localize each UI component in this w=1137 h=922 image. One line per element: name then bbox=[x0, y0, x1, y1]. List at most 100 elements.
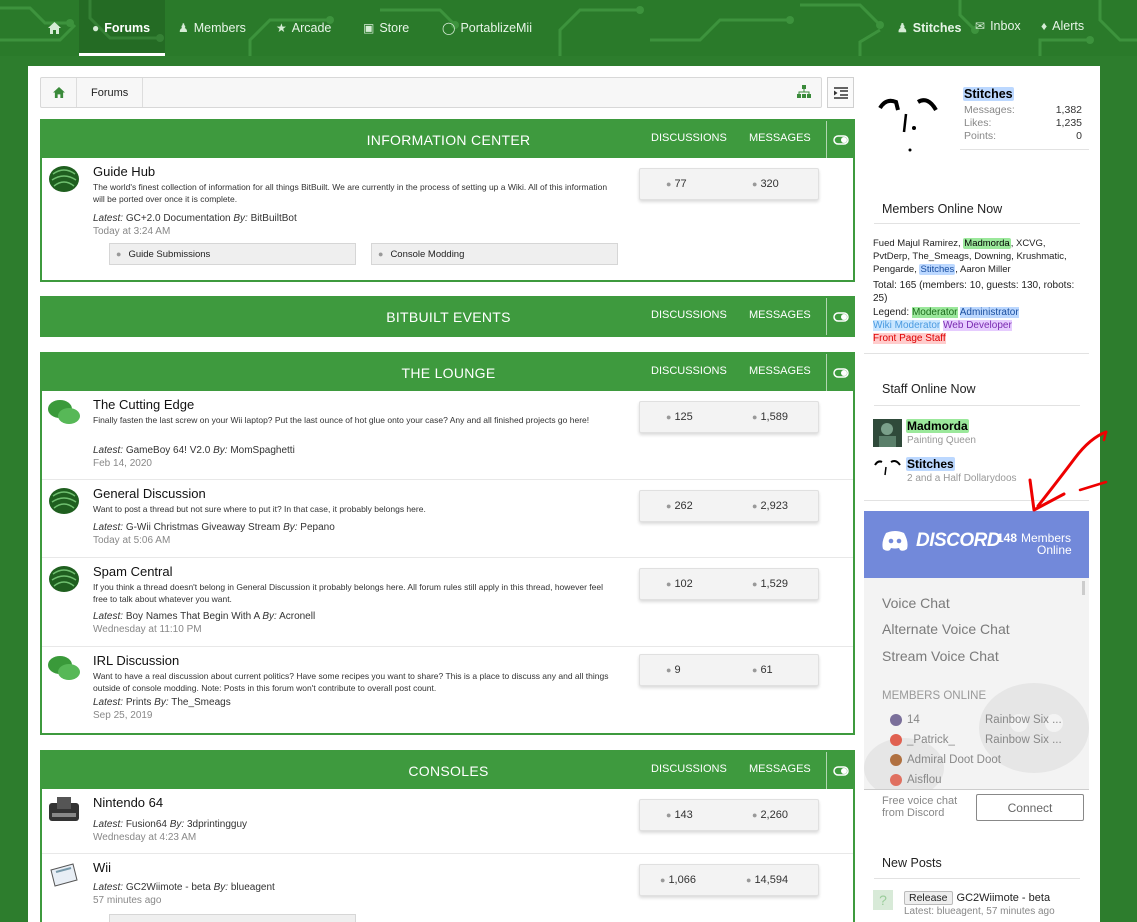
sidebar-user-panel: Stitches Messages: 1,382 Likes: 1,235 Poin… bbox=[864, 86, 1089, 156]
category-information-center: INFORMATION CENTER DISCUSSIONS MESSAGES … bbox=[40, 119, 855, 282]
scrollbar[interactable] bbox=[1082, 581, 1085, 595]
category-collapse-toggle[interactable] bbox=[826, 298, 855, 335]
discord-channel[interactable]: Alternate Voice Chat bbox=[882, 621, 1010, 637]
sidebar-username[interactable]: Stitches bbox=[963, 87, 1014, 101]
category-consoles: CONSOLES DISCUSSIONS MESSAGES Nintendo 6… bbox=[40, 750, 855, 922]
latest-thread[interactable]: Fusion64 bbox=[126, 819, 167, 830]
member-admin[interactable]: Stitches bbox=[919, 264, 956, 275]
staff-avatar[interactable] bbox=[873, 456, 902, 484]
nav-store[interactable]: ▣ Store bbox=[363, 0, 409, 56]
discord-connect-button[interactable]: Connect bbox=[976, 794, 1084, 821]
legend-label: Legend: bbox=[873, 307, 910, 318]
nav-home[interactable] bbox=[40, 0, 68, 56]
category-collapse-toggle[interactable] bbox=[826, 121, 855, 158]
staff-name[interactable]: Madmorda bbox=[906, 419, 969, 433]
forum-row[interactable]: Wii Latest: GC2Wiimote - beta By: blueag… bbox=[42, 854, 853, 922]
forum-read-icon bbox=[49, 566, 79, 592]
nav-arcade[interactable]: ★ Arcade bbox=[276, 0, 331, 56]
member-activity: Rainbow Six ... bbox=[985, 714, 1062, 726]
forum-row[interactable]: Guide Hub The world's finest collection … bbox=[42, 158, 853, 282]
latest-author[interactable]: MomSpaghetti bbox=[230, 445, 294, 456]
col-discussions: DISCUSSIONS bbox=[651, 132, 727, 144]
category-title[interactable]: BITBUILT EVENTS bbox=[41, 309, 856, 325]
forum-row[interactable]: Nintendo 64 Latest: Fusion64 By: 3dprint… bbox=[42, 789, 853, 853]
home-icon bbox=[47, 22, 61, 34]
forum-description: Want to post a thread but not sure where… bbox=[93, 504, 426, 514]
breadcrumb-forums[interactable]: Forums bbox=[77, 78, 144, 107]
discord-channel[interactable]: Stream Voice Chat bbox=[882, 648, 999, 664]
nav-inbox[interactable]: ✉ Inbox bbox=[975, 0, 1021, 54]
nav-forums[interactable]: ● Forums bbox=[79, 0, 165, 56]
member-moderator[interactable]: Madmorda bbox=[963, 238, 1011, 249]
forum-title[interactable]: IRL Discussion bbox=[93, 653, 179, 668]
legend-administrator: Administrator bbox=[959, 307, 1019, 318]
nav-members[interactable]: ♟ Members bbox=[178, 0, 246, 56]
latest-author[interactable]: Pepano bbox=[300, 522, 334, 533]
breadcrumb-home[interactable] bbox=[41, 78, 77, 107]
discord-logo-icon bbox=[882, 531, 908, 551]
latest-author[interactable]: Acronell bbox=[279, 611, 315, 622]
forum-latest: Latest: Boy Names That Begin With A By: … bbox=[93, 611, 315, 622]
latest-thread[interactable]: Boy Names That Begin With A bbox=[126, 611, 260, 622]
red-arrow-annotation bbox=[1028, 430, 1108, 512]
member-avatar bbox=[890, 714, 902, 726]
category-title[interactable]: THE LOUNGE bbox=[41, 365, 856, 381]
discord-member[interactable]: 14 bbox=[890, 714, 920, 726]
category-title[interactable]: INFORMATION CENTER bbox=[41, 132, 856, 148]
sitemap-icon[interactable] bbox=[797, 85, 811, 99]
latest-author[interactable]: BitBuiltBot bbox=[251, 213, 297, 224]
latest-author[interactable]: The_Smeags bbox=[171, 697, 230, 708]
nav-portablizemii[interactable]: ◯ PortablizeMii bbox=[442, 0, 532, 56]
forum-stats: ● 9 ● 61 bbox=[639, 654, 819, 686]
latest-thread[interactable]: G-Wii Christmas Giveaway Stream bbox=[126, 522, 280, 533]
subforum-link[interactable] bbox=[109, 914, 356, 922]
category-title[interactable]: CONSOLES bbox=[41, 763, 856, 779]
staff-name[interactable]: Stitches bbox=[906, 457, 955, 471]
latest-thread[interactable]: GC+2.0 Documentation bbox=[126, 213, 231, 224]
forum-row[interactable]: The Cutting Edge Finally fasten the last… bbox=[42, 391, 853, 479]
forum-title[interactable]: Spam Central bbox=[93, 564, 172, 579]
latest-date: Feb 14, 2020 bbox=[93, 458, 152, 469]
staff-avatar[interactable] bbox=[873, 419, 902, 447]
likes-label: Likes: bbox=[964, 117, 992, 129]
discord-wordmark: DISCORD bbox=[916, 530, 1001, 551]
latest-thread[interactable]: GameBoy 64! V2.0 bbox=[126, 445, 211, 456]
members-names-post[interactable]: , Aaron Miller bbox=[955, 264, 1010, 275]
nav-user[interactable]: ♟ Stitches bbox=[897, 0, 961, 56]
discord-member[interactable]: Admiral Doot Doot bbox=[890, 754, 1001, 766]
forum-row[interactable]: Spam Central If you think a thread doesn… bbox=[42, 558, 853, 646]
messages-count: 14,594 bbox=[754, 874, 789, 886]
post-title: GC2Wiimote - beta bbox=[956, 892, 1051, 904]
members-online-title[interactable]: Members Online Now bbox=[882, 202, 1002, 216]
latest-thread[interactable]: Prints bbox=[126, 697, 152, 708]
sidebar-toggle-button[interactable] bbox=[827, 77, 854, 108]
latest-author[interactable]: blueagent bbox=[231, 882, 275, 893]
category-collapse-toggle[interactable] bbox=[826, 354, 855, 391]
forum-title[interactable]: General Discussion bbox=[93, 486, 206, 501]
forum-title[interactable]: The Cutting Edge bbox=[93, 397, 194, 412]
forum-title[interactable]: Nintendo 64 bbox=[93, 795, 163, 810]
discord-member[interactable]: _Patrick_ bbox=[890, 734, 955, 746]
members-names-pre[interactable]: Fued Majul Ramirez, bbox=[873, 238, 963, 249]
category-collapse-toggle[interactable] bbox=[826, 752, 855, 789]
post-avatar[interactable]: ? bbox=[873, 890, 893, 910]
subforum-link[interactable]: ● Console Modding bbox=[371, 243, 618, 265]
staff-online-title[interactable]: Staff Online Now bbox=[882, 382, 976, 396]
n64-console-icon bbox=[49, 797, 79, 821]
divider bbox=[864, 353, 1089, 354]
latest-thread[interactable]: GC2Wiimote - beta bbox=[126, 882, 211, 893]
comment-icon: ● bbox=[666, 579, 672, 589]
forum-title[interactable]: Wii bbox=[93, 860, 111, 875]
forum-row[interactable]: IRL Discussion Want to have a real discu… bbox=[42, 647, 853, 735]
new-post-item[interactable]: Release GC2Wiimote - beta bbox=[904, 891, 1050, 905]
forum-row[interactable]: General Discussion Want to post a thread… bbox=[42, 480, 853, 557]
discord-member[interactable]: Aisflou bbox=[890, 774, 942, 786]
nav-alerts[interactable]: ♦ Alerts bbox=[1041, 0, 1084, 54]
avatar[interactable] bbox=[876, 90, 942, 156]
new-posts-title[interactable]: New Posts bbox=[882, 856, 942, 870]
discord-widget-header[interactable]: DISCORD 148 Members Online bbox=[864, 511, 1089, 578]
subforum-link[interactable]: ● Guide Submissions bbox=[109, 243, 356, 265]
forum-title[interactable]: Guide Hub bbox=[93, 164, 155, 179]
discord-channel[interactable]: Voice Chat bbox=[882, 595, 950, 611]
latest-author[interactable]: 3dprintingguy bbox=[187, 819, 247, 830]
